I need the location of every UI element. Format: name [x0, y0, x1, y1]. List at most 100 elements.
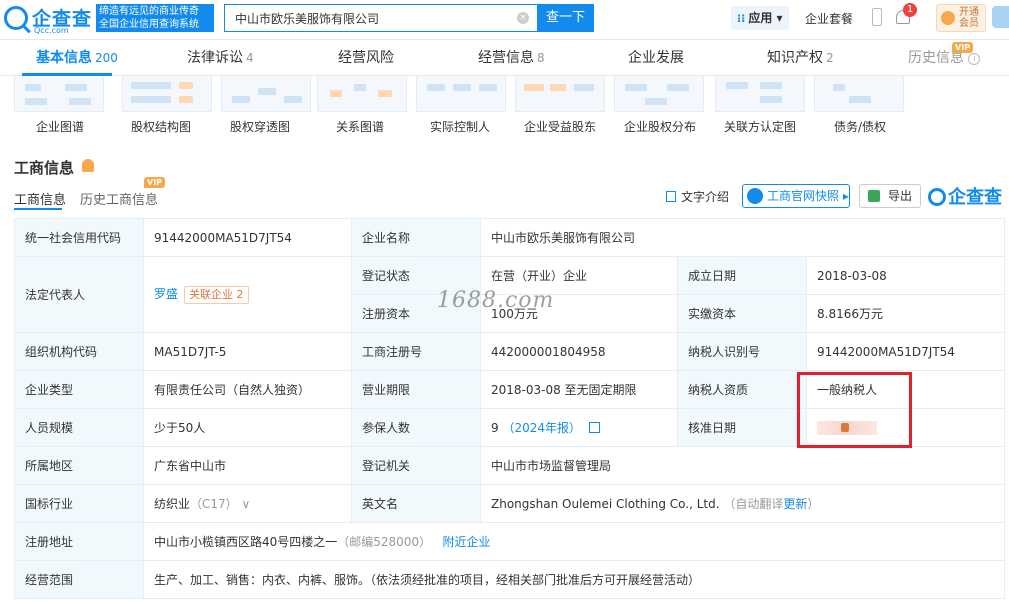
search-button[interactable]: 查一下 — [537, 4, 594, 32]
graph-label-relation[interactable]: 关系图谱 — [336, 118, 384, 135]
insured-value: 9 — [491, 421, 499, 435]
authority-key: 登记机关 — [351, 446, 481, 485]
table-row: 注册地址 中山市小榄镇西区路40号四楼之一（邮编528000） 附近企业 — [14, 522, 1005, 561]
company-name-value: 中山市欧乐美服饰有限公司 — [480, 218, 1005, 257]
monitor-bell-icon[interactable] — [82, 159, 94, 172]
staff-key: 人员规模 — [14, 408, 144, 447]
nearby-companies-link[interactable]: 附近企业 — [443, 535, 491, 549]
insured-report-link[interactable]: （2024年报） — [502, 421, 581, 435]
found-date-value: 2018-03-08 — [806, 256, 1005, 295]
graph-label-penetration[interactable]: 股权穿透图 — [230, 118, 290, 135]
grid-icon: ⁝⁝ — [737, 12, 746, 25]
vip-tag: VIP — [952, 42, 974, 53]
subtab-business-info[interactable]: 工商信息 — [14, 189, 66, 208]
address-cell: 中山市小榄镇西区路40号四楼之一（邮编528000） 附近企业 — [143, 522, 1005, 561]
magnifier-logo-icon — [928, 188, 946, 206]
address-value: 中山市小榄镇西区路40号四楼之一 — [154, 535, 338, 549]
biz-term-value: 2018-03-08 至无固定期限 — [480, 370, 678, 409]
qcc-logo[interactable]: 企查查 Qcc.com — [4, 4, 92, 35]
found-date-key: 成立日期 — [677, 256, 807, 295]
search-input[interactable] — [225, 5, 505, 31]
taxpayer-id-key: 纳税人识别号 — [677, 332, 807, 371]
paid-capital-value: 8.8166万元 — [806, 294, 1005, 333]
graph-thumb-penetration[interactable] — [221, 76, 311, 112]
graph-thumb-relation[interactable] — [317, 76, 407, 112]
address-key: 注册地址 — [14, 522, 144, 561]
slogan-banner: 缔造有远见的商业传奇 全国企业信用查询系统 — [96, 4, 214, 32]
approve-date-key: 核准日期 — [677, 408, 807, 447]
company-type-value: 有限责任公司（自然人独资） — [143, 370, 352, 409]
vip-button[interactable]: 开通会员 — [936, 4, 986, 32]
search-box: × — [224, 4, 537, 32]
graph-thumb-related-party[interactable] — [715, 76, 805, 112]
chevron-down-icon[interactable]: ∨ — [242, 497, 251, 511]
clear-icon[interactable]: × — [517, 12, 529, 24]
graph-thumb-beneficiary[interactable] — [515, 76, 605, 112]
legal-rep-link[interactable]: 罗盛 — [154, 287, 178, 301]
auto-translate-note: （自动翻译 — [723, 497, 784, 511]
app-menu-button[interactable]: ⁝⁝ 应用 ▾ — [731, 6, 789, 30]
region-value: 广东省中山市 — [143, 446, 352, 485]
tab-development[interactable]: 企业发展 — [628, 40, 684, 76]
graph-label-beneficiary[interactable]: 企业受益股东 — [524, 118, 596, 135]
industry-key: 国标行业 — [14, 484, 144, 523]
crown-icon — [941, 11, 955, 25]
info-icon: i — [968, 53, 981, 65]
globe-icon — [747, 188, 763, 204]
text-intro-button[interactable]: 文字介绍 — [666, 188, 729, 205]
tab-risk[interactable]: 经营风险 — [338, 40, 394, 76]
industry-cell: 纺织业（C17） ∨ — [143, 484, 352, 523]
staff-value: 少于50人 — [143, 408, 352, 447]
insured-cell: 9 （2024年报） — [480, 408, 678, 447]
legal-rep-key: 法定代表人 — [14, 256, 144, 333]
org-code-key: 组织机构代码 — [14, 332, 144, 371]
avatar[interactable] — [992, 6, 1009, 28]
export-button[interactable]: 导出 — [859, 184, 921, 208]
credit-code-value: 91442000MA51D7JT54 — [143, 218, 352, 257]
graph-label-debt[interactable]: 债务/债权 — [834, 118, 886, 135]
subtab-indicator — [14, 208, 62, 210]
reg-no-key: 工商注册号 — [351, 332, 481, 371]
slogan-line-1: 缔造有远见的商业传奇 — [99, 6, 199, 17]
industry-code: （C17） — [190, 497, 238, 511]
graph-label-related-party[interactable]: 关联方认定图 — [724, 118, 796, 135]
logo-url: Qcc.com — [34, 26, 69, 35]
english-name-cell: Zhongshan Oulemei Clothing Co., Ltd. （自动… — [480, 484, 1005, 523]
graph-thumb-distribution[interactable] — [614, 76, 704, 112]
graph-label-enterprise[interactable]: 企业图谱 — [36, 118, 84, 135]
graph-thumb-enterprise[interactable] — [14, 76, 104, 112]
paid-capital-key: 实缴资本 — [677, 294, 807, 333]
tab-basic-info[interactable]: 基本信息 200 — [36, 40, 118, 76]
update-link[interactable]: 更新 — [783, 497, 807, 511]
org-code-value: MA51D7JT-5 — [143, 332, 352, 371]
scope-key: 经营范围 — [14, 560, 144, 599]
chart-icon[interactable] — [588, 422, 600, 433]
graph-label-controller[interactable]: 实际控制人 — [430, 118, 490, 135]
mobile-icon[interactable] — [872, 8, 882, 26]
insured-key: 参保人数 — [351, 408, 481, 447]
authority-value: 中山市市场监督管理局 — [480, 446, 1005, 485]
table-row: 国标行业 纺织业（C17） ∨ 英文名 Zhongshan Oulemei Cl… — [14, 484, 1005, 523]
graph-label-distribution[interactable]: 企业股权分布 — [624, 118, 696, 135]
slogan-line-2: 全国企业信用查询系统 — [99, 19, 199, 30]
tab-ip[interactable]: 知识产权 2 — [767, 40, 834, 76]
tab-operation[interactable]: 经营信息 8 — [478, 40, 545, 76]
package-link[interactable]: 企业套餐 — [805, 10, 853, 27]
magnifier-logo-icon — [4, 6, 28, 30]
english-name-value: Zhongshan Oulemei Clothing Co., Ltd. — [491, 497, 720, 511]
reg-no-value: 442000001804958 — [480, 332, 678, 371]
industry-value: 纺织业 — [154, 497, 191, 511]
taxpayer-qual-key: 纳税人资质 — [677, 370, 807, 409]
graph-thumb-controller[interactable] — [416, 76, 506, 112]
graph-label-equity[interactable]: 股权结构图 — [131, 118, 191, 135]
subtab-history-business[interactable]: 历史工商信息 — [80, 189, 158, 208]
top-bar: 企查查 Qcc.com 缔造有远见的商业传奇 全国企业信用查询系统 × 查一下 … — [0, 0, 1009, 40]
table-row: 统一社会信用代码 91442000MA51D7JT54 企业名称 中山市欧乐美服… — [14, 218, 1005, 257]
official-snapshot-button[interactable]: 工商官网快照 ▸ — [742, 184, 850, 208]
graph-thumb-equity[interactable] — [122, 76, 212, 112]
auto-translate-note-end: ） — [807, 497, 820, 511]
related-companies-tag[interactable]: 关联企业 2 — [184, 286, 249, 304]
graph-thumb-debt[interactable] — [814, 76, 904, 112]
postcode: （邮编528000） — [337, 535, 432, 549]
tab-legal[interactable]: 法律诉讼 4 — [187, 40, 254, 76]
